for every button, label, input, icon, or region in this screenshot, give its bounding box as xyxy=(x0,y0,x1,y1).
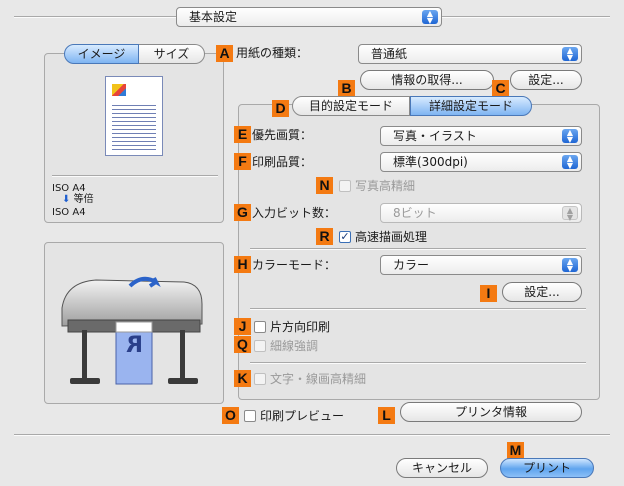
tab-size[interactable]: サイズ xyxy=(139,44,205,64)
print-quality-value: 標準(300dpi) xyxy=(393,155,468,169)
popup-arrows-icon: ▲ ▼ xyxy=(562,129,578,144)
input-bits-label: 入力ビット数： xyxy=(252,206,337,220)
print-preview-checkbox[interactable] xyxy=(244,410,256,422)
paper-preview-thumbnail xyxy=(105,76,163,156)
cancel-label: キャンセル xyxy=(411,461,472,475)
marker-k: K xyxy=(234,370,251,387)
marker-b: B xyxy=(338,80,355,97)
marker-c: C xyxy=(492,80,509,97)
popup-arrows-icon: ▲ ▼ xyxy=(562,258,578,273)
marker-f: F xyxy=(234,153,251,170)
color-mode-popup[interactable]: カラー ▲ ▼ xyxy=(380,255,582,275)
marker-q: Q xyxy=(234,336,251,353)
marker-h: H xyxy=(234,256,251,273)
unidirectional-checkbox[interactable] xyxy=(254,321,266,333)
photo-icon xyxy=(112,84,126,96)
marker-l: L xyxy=(378,407,395,424)
scale-text: 等倍 xyxy=(73,194,94,205)
tab-image[interactable]: イメージ xyxy=(64,44,139,64)
marker-n: N xyxy=(316,177,333,194)
fast-render-label: 高速描画処理 xyxy=(355,230,428,244)
settings-label: 設定... xyxy=(528,73,564,87)
settings-category-popup[interactable]: 基本設定 ▲ ▼ xyxy=(176,7,442,27)
marker-m: M xyxy=(507,442,524,459)
preview-separator xyxy=(52,175,218,177)
separator-1 xyxy=(250,248,586,250)
get-info-label: 情報の取得... xyxy=(391,73,463,87)
separator-2 xyxy=(250,308,586,310)
popup-arrows-icon: ▲ ▼ xyxy=(562,155,578,170)
print-button[interactable]: プリント xyxy=(500,458,594,478)
input-bits-value: 8ビット xyxy=(393,206,437,220)
color-settings-label: 設定... xyxy=(524,285,560,299)
priority-value: 写真・イラスト xyxy=(393,129,477,143)
cancel-button[interactable]: キャンセル xyxy=(396,458,488,478)
paper-type-label: 用紙の種類： xyxy=(236,46,309,60)
tab-purpose-mode-label: 目的設定モード xyxy=(308,99,393,113)
settings-button[interactable]: 設定... xyxy=(510,70,582,90)
marker-d: D xyxy=(272,100,289,117)
printer-illustration xyxy=(56,260,208,398)
separator-3 xyxy=(250,362,586,364)
paper-type-popup[interactable]: 普通紙 ▲ ▼ xyxy=(358,44,582,64)
tab-detail-mode-label: 詳細設定モード xyxy=(428,99,513,113)
tab-detail-mode[interactable]: 詳細設定モード xyxy=(410,96,532,116)
down-arrow-icon: ⬇ xyxy=(62,194,71,205)
marker-j: J xyxy=(234,318,251,335)
tab-size-label: サイズ xyxy=(153,47,190,61)
text-lines-graphic xyxy=(112,102,156,150)
marker-e: E xyxy=(234,126,251,143)
detail-settings-panel xyxy=(238,104,600,400)
thin-line-label: 細線強調 xyxy=(270,339,319,353)
unidirectional-label: 片方向印刷 xyxy=(270,320,331,334)
fast-render-checkbox[interactable]: ✓ xyxy=(339,231,351,243)
photo-fine-label: 写真高精細 xyxy=(355,179,416,193)
marker-g: G xyxy=(234,204,251,221)
thin-line-checkbox[interactable] xyxy=(254,340,266,352)
color-mode-label: カラーモード： xyxy=(252,258,337,272)
color-mode-value: カラー xyxy=(393,258,430,272)
photo-fine-checkbox[interactable] xyxy=(339,180,351,192)
popup-arrows-icon: ▲ ▼ xyxy=(562,47,578,62)
print-preview-label: 印刷プレビュー xyxy=(260,409,345,423)
print-label: プリント xyxy=(522,461,571,475)
printer-info-button[interactable]: プリンタ情報 xyxy=(400,402,582,422)
input-bits-popup[interactable]: 8ビット ▲ ▼ xyxy=(380,203,582,223)
printed-letter: R xyxy=(126,333,143,358)
print-quality-label: 印刷品質： xyxy=(252,155,313,169)
popup-arrows-icon: ▲ ▼ xyxy=(562,206,578,222)
color-settings-button[interactable]: 設定... xyxy=(502,282,582,302)
paper-type-value: 普通紙 xyxy=(371,47,408,61)
settings-category-value: 基本設定 xyxy=(189,10,238,24)
popup-arrows-icon: ▲ ▼ xyxy=(422,10,438,25)
text-line-fine-checkbox[interactable] xyxy=(254,373,266,385)
text-line-fine-label: 文字・線画高精細 xyxy=(270,372,367,386)
printer-info-label: プリンタ情報 xyxy=(454,405,527,419)
marker-o: O xyxy=(222,407,239,424)
get-info-button[interactable]: 情報の取得... xyxy=(360,70,494,90)
priority-popup[interactable]: 写真・イラスト ▲ ▼ xyxy=(380,126,582,146)
priority-label: 優先画質： xyxy=(252,128,313,142)
bottom-separator xyxy=(14,434,610,436)
printer-icon xyxy=(61,276,203,385)
marker-r: R xyxy=(316,228,333,245)
output-size-text: ISO A4 xyxy=(52,207,86,218)
marker-i: I xyxy=(480,285,497,302)
checkmark-icon: ✓ xyxy=(340,230,350,243)
marker-a: A xyxy=(216,45,233,62)
print-quality-popup[interactable]: 標準(300dpi) ▲ ▼ xyxy=(380,152,582,172)
tab-image-label: イメージ xyxy=(77,47,126,61)
tab-purpose-mode[interactable]: 目的設定モード xyxy=(292,96,410,116)
